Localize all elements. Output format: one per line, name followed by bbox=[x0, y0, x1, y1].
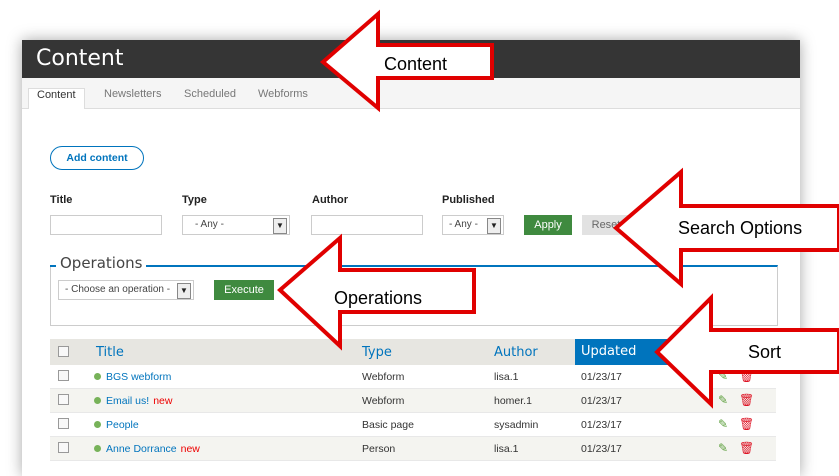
operations-callout-label: Operations bbox=[334, 288, 422, 308]
annotation-overlay: Content Search Options Operations Sort bbox=[277, 9, 839, 409]
search-callout-label: Search Options bbox=[678, 218, 802, 238]
sort-callout-label: Sort bbox=[748, 342, 781, 362]
content-callout-label: Content bbox=[384, 54, 447, 74]
